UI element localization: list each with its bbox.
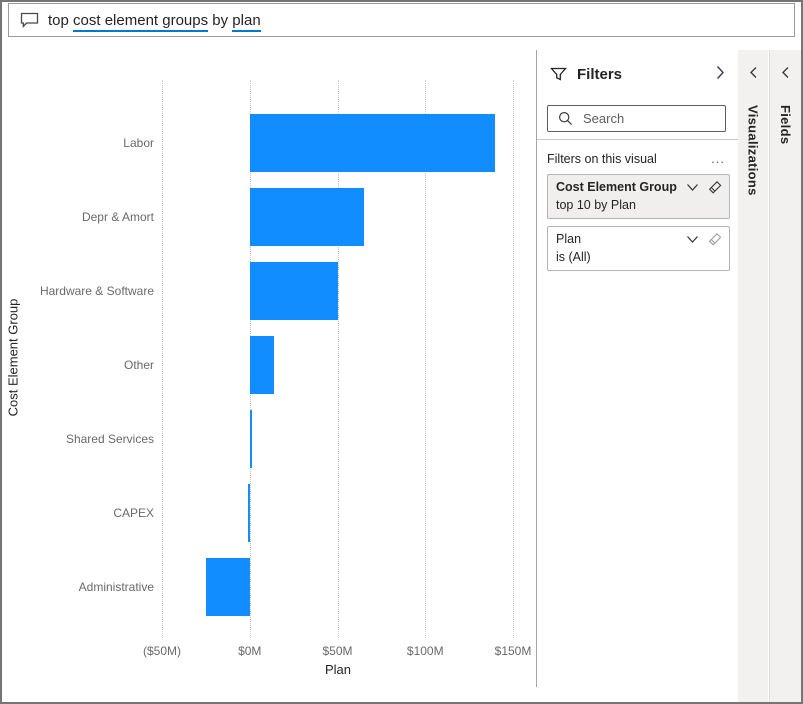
question-text: top cost element groups by plan (48, 12, 261, 29)
bar[interactable] (250, 336, 275, 394)
x-axis-title: Plan (325, 662, 351, 677)
bar[interactable] (206, 558, 250, 616)
chevron-down-icon[interactable] (686, 183, 699, 192)
category-label: Labor (2, 135, 154, 151)
filters-header: Filters (537, 62, 738, 86)
filters-section-row: Filters on this visual ... (537, 152, 738, 166)
eraser-icon[interactable] (708, 180, 723, 195)
divider (537, 139, 738, 140)
gridline (162, 80, 163, 638)
filter-card[interactable]: Planis (All) (547, 226, 730, 271)
filter-search-box[interactable] (547, 105, 726, 132)
x-tick-label: $100M (407, 644, 444, 658)
filter-card-icons (686, 180, 723, 195)
x-tick-label: $0M (238, 644, 261, 658)
question-box[interactable]: top cost element groups by plan (8, 3, 795, 37)
filter-card-title: Cost Element Group (556, 179, 682, 196)
gridline (513, 80, 514, 638)
category-label: Hardware & Software (2, 283, 154, 299)
category-label: Other (2, 357, 154, 373)
filter-funnel-icon (550, 66, 567, 82)
query-term[interactable]: plan (232, 12, 260, 32)
filter-card-detail: top 10 by Plan (556, 197, 723, 213)
fields-panel[interactable]: Fields (769, 50, 801, 702)
filter-card-title: Plan (556, 231, 682, 248)
bar[interactable] (250, 262, 338, 320)
eraser-icon[interactable] (708, 232, 723, 247)
query-word: by (208, 12, 232, 29)
x-tick-label: $50M (322, 644, 352, 658)
bar[interactable] (250, 410, 252, 468)
filters-pane-title: Filters (577, 66, 622, 83)
category-label: Depr & Amort (2, 209, 154, 225)
qna-window: top cost element groups by plan Cost Ele… (0, 0, 803, 704)
filters-pane: Filters Filters on this visual ... Cost … (537, 50, 738, 702)
bar[interactable] (250, 188, 364, 246)
search-input[interactable] (581, 110, 725, 127)
category-label: Shared Services (2, 431, 154, 447)
filter-card-detail: is (All) (556, 249, 723, 265)
speech-bubble-icon (20, 12, 39, 28)
x-tick-label: $150M (495, 644, 532, 658)
search-icon (558, 111, 573, 126)
visualizations-panel[interactable]: Visualizations (738, 50, 768, 702)
expand-visualizations-chevron-icon[interactable] (749, 66, 758, 79)
query-term[interactable]: cost element groups (73, 12, 208, 32)
filter-card-list: Cost Element Grouptop 10 by Plan Planis (… (547, 174, 730, 278)
bar[interactable] (250, 114, 496, 172)
fields-panel-label: Fields (778, 105, 793, 144)
filter-card[interactable]: Cost Element Grouptop 10 by Plan (547, 174, 730, 219)
collapse-pane-chevron-icon[interactable] (716, 65, 725, 80)
category-label: CAPEX (2, 505, 154, 521)
x-tick-label: ($50M) (143, 644, 181, 658)
filters-on-visual-label: Filters on this visual (547, 152, 657, 166)
query-word: top (48, 12, 73, 29)
bar-chart-visual[interactable]: Cost Element Group Plan ($50M)$0M$50M$10… (2, 50, 536, 702)
more-options-icon[interactable]: ... (711, 155, 725, 163)
bar[interactable] (248, 484, 250, 542)
visualizations-panel-label: Visualizations (746, 105, 761, 196)
filter-card-icons (686, 232, 723, 247)
chevron-down-icon[interactable] (686, 235, 699, 244)
expand-fields-chevron-icon[interactable] (781, 66, 790, 79)
category-label: Administrative (2, 579, 154, 595)
